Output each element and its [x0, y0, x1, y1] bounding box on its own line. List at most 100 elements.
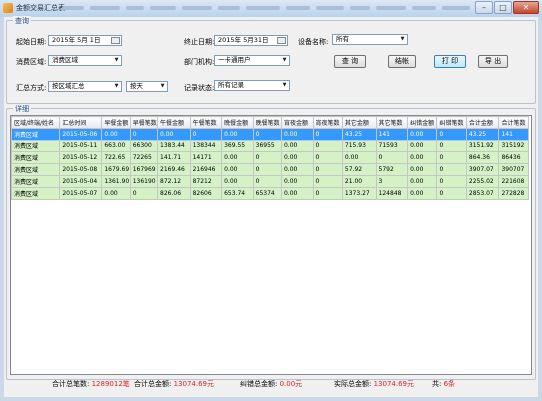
dept-select[interactable]: 一卡通用户 ▼ [214, 55, 290, 66]
empty-row [12, 246, 529, 258]
table-cell: 167969 [129, 163, 159, 176]
table-cell: 124848 [375, 186, 409, 200]
maximize-button[interactable]: □ [494, 1, 512, 14]
close-button[interactable]: ✕ [513, 1, 539, 14]
column-header[interactable]: 合计金额 [465, 116, 500, 129]
table-row[interactable]: 消费区域 2015-05-11 663.00 66300 1383.44 138344 36… [11, 139, 529, 153]
empty-row [12, 211, 529, 223]
table-cell: 3907.07 [465, 163, 500, 176]
table-cell: 2015-05-07 [59, 186, 103, 200]
query-group-title: 查询 [13, 16, 31, 26]
table-cell: 71593 [375, 139, 409, 153]
table-cell: 0.00 [221, 163, 254, 176]
summary-select[interactable]: 按区域汇总 ▼ [48, 81, 122, 92]
chevron-down-icon: ▼ [400, 36, 405, 42]
table-row[interactable]: 消费区域 2015-05-07 0.00 0 826.06 82606 653.74 6537… [11, 186, 529, 200]
table-cell: 43.25 [465, 127, 500, 141]
table-row[interactable]: 消费区域 2015-05-04 1361.90 136190 872.12 87212 0.… [11, 174, 529, 188]
query-button[interactable]: 查 询 [334, 55, 366, 68]
record-select[interactable]: 所有记录 ▼ [214, 80, 290, 91]
table-cell: 0 [436, 127, 467, 141]
column-header[interactable]: 其它金额 [341, 116, 377, 129]
table-cell: 826.06 [157, 186, 191, 200]
export-button[interactable]: 导 出 [478, 55, 508, 68]
table-cell: 369.55 [221, 139, 254, 153]
table-cell: 0 [436, 186, 467, 200]
empty-row [12, 317, 529, 329]
table-cell: 87212 [189, 174, 223, 188]
device-select[interactable]: 所有 ▼ [332, 34, 408, 45]
table-row[interactable]: 消费区域 2015-05-06 0.00 0 0.00 0 0.00 0 0.00 0 43.25 1… [11, 127, 529, 141]
table-row[interactable]: 消费区域 2015-05-12 722.65 72265 141.71 14171 0.00… [11, 151, 529, 165]
table-cell: 0.00 [157, 127, 191, 141]
table-cell: 0.00 [101, 127, 131, 141]
column-header[interactable]: 合计笔数 [498, 116, 529, 129]
table-cell: 663.00 [101, 139, 131, 153]
table-cell: 0 [189, 127, 223, 141]
table-cell: 0 [436, 174, 467, 188]
chevron-down-icon: ▼ [282, 82, 287, 88]
table-cell: 65374 [252, 186, 282, 200]
table-cell: 消费区域 [11, 186, 61, 200]
column-header[interactable]: 晚餐笔数 [252, 116, 282, 129]
period-select[interactable]: 按天 ▼ [126, 81, 168, 92]
table-row[interactable]: 消费区域 2015-05-08 1679.69 167969 2169.46 216946… [11, 163, 529, 176]
table-cell: 1679.69 [101, 163, 131, 176]
end-date-label: 终止日期: [184, 38, 215, 46]
table-cell: 1373.27 [341, 186, 377, 200]
column-header[interactable]: 午餐笔数 [189, 116, 223, 129]
chevron-down-icon: ▼ [282, 57, 287, 63]
table-cell: 0.00 [221, 151, 254, 165]
total-count: 合计总笔数: 1289012笔 [52, 380, 130, 388]
chevron-down-icon: ▼ [114, 57, 119, 63]
table-cell: 390707 [498, 163, 529, 176]
column-header[interactable]: 汇总时间 [59, 116, 103, 129]
column-header[interactable]: 其它笔数 [375, 116, 409, 129]
table-cell: 0.00 [407, 127, 438, 141]
column-header[interactable]: 宵夜金额 [280, 116, 314, 129]
table-cell: 0 [375, 151, 409, 165]
table-cell: 722.65 [101, 151, 131, 165]
column-header[interactable]: 宵夜笔数 [312, 116, 343, 129]
table-cell: 2255.02 [465, 174, 500, 188]
print-button[interactable]: 打 印 [434, 55, 466, 68]
status-bar: 合计总笔数: 1289012笔 合计总金额: 13074.69元 纠错总金额: … [4, 375, 538, 392]
table-cell: 0.00 [101, 186, 131, 200]
area-select[interactable]: 消费区域 ▼ [48, 55, 122, 66]
table-cell: 0.00 [280, 151, 314, 165]
record-label: 记录状态: [184, 84, 215, 92]
settle-button[interactable]: 结帐 [388, 55, 416, 68]
actual-amount: 实际总金额: 13074.69元 [334, 380, 414, 388]
table-cell: 2015-05-12 [59, 151, 103, 165]
table-cell: 0 [312, 127, 343, 141]
table-cell: 141 [375, 127, 409, 141]
table-cell: 82606 [189, 186, 223, 200]
correction-amount: 纠错总金额: 0.00元 [240, 380, 303, 388]
column-header[interactable]: 纠错金额 [407, 116, 438, 129]
calendar-icon[interactable] [277, 37, 286, 44]
window-title: 金额交易汇总表 [16, 4, 65, 12]
column-header[interactable]: 区域/终端/姓名 [11, 116, 61, 129]
details-group-title: 详细 [13, 104, 31, 114]
table-cell: 0 [312, 151, 343, 165]
empty-row [12, 341, 529, 353]
record-count: 共: 6条 [432, 380, 456, 388]
table-cell: 715.93 [341, 139, 377, 153]
table-cell: 136190 [129, 174, 159, 188]
column-header[interactable]: 晚餐金额 [221, 116, 254, 129]
column-header[interactable]: 早餐笔数 [129, 116, 159, 129]
column-header[interactable]: 午餐金额 [157, 116, 191, 129]
minimize-button[interactable]: – [475, 1, 493, 14]
table-cell: 0 [312, 174, 343, 188]
table-cell: 0 [312, 139, 343, 153]
details-grid[interactable]: 区域/终端/姓名 汇总时间 早餐金额 早餐笔数 午餐金额 午餐笔数 晚餐金额 晚餐笔数 宵夜金额… [10, 115, 532, 375]
empty-row [12, 258, 529, 270]
end-date-picker[interactable]: 2015年 5月31日 [214, 35, 288, 46]
table-cell: 0.00 [407, 139, 438, 153]
column-header[interactable]: 纠错笔数 [436, 116, 467, 129]
start-date-picker[interactable]: 2015年 5月 1日 [48, 35, 122, 46]
calendar-icon[interactable] [111, 37, 120, 44]
table-cell: 221608 [498, 174, 529, 188]
column-header[interactable]: 早餐金额 [101, 116, 131, 129]
table-cell: 0 [436, 139, 467, 153]
